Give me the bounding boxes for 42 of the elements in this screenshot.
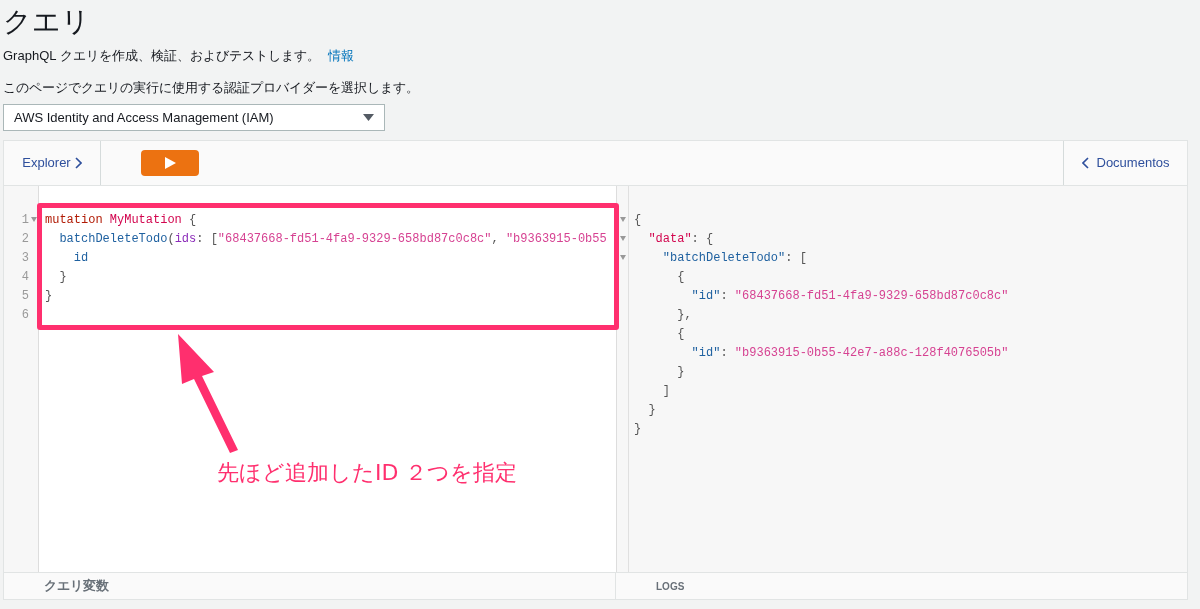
logs-label[interactable]: LOGS — [656, 578, 685, 594]
code-line: "data": { — [647, 230, 714, 248]
auth-note: このページでクエリの実行に使用する認証プロバイダーを選択します。 — [3, 78, 420, 97]
code-line: } — [45, 287, 53, 305]
code-line: }, — [676, 306, 692, 324]
query-variables-label[interactable]: クエリ変数 — [44, 576, 109, 596]
fold-caret-icon[interactable] — [619, 255, 626, 260]
annotation-caption: 先ほど追加したID ２つを指定 — [217, 459, 518, 487]
fold-caret-icon[interactable] — [619, 236, 626, 241]
code-line: ] — [661, 382, 670, 400]
code-line: "id": "b9363915-0b55-42e7-a88c-128f4076505b" — [690, 344, 1009, 362]
info-link[interactable]: 情報 — [327, 46, 354, 66]
play-icon — [164, 157, 176, 169]
code-line: "id": "68437668-fd51-4fa9-9329-658bd87c0c8c" — [690, 287, 1009, 305]
run-button[interactable] — [141, 150, 199, 176]
code-line: } — [647, 401, 656, 419]
explorer-button[interactable]: Explorer — [4, 141, 101, 185]
line-number: 5 — [21, 287, 29, 305]
code-line: "batchDeleteTodo": [ — [661, 249, 807, 267]
code-line: { — [676, 325, 685, 343]
fold-caret-icon[interactable] — [619, 217, 626, 222]
code-line: { — [676, 268, 685, 286]
code-line: mutation MyMutation { — [45, 211, 197, 229]
line-number: 6 — [21, 306, 29, 324]
page-title: クエリ — [3, 4, 91, 40]
dropdown-caret-icon — [363, 114, 374, 121]
fold-caret-icon[interactable] — [31, 217, 37, 222]
code-line: } — [676, 363, 685, 381]
chevron-left-icon — [1081, 157, 1089, 169]
documents-button[interactable]: Documentos — [1063, 141, 1187, 185]
line-number: 1 — [21, 211, 29, 229]
code-line: batchDeleteTodo(ids: ["68437668-fd51-4fa9-9329-658bd87c0c8c", "b9363915-0b55 — [58, 230, 607, 248]
line-number: 3 — [21, 249, 29, 267]
code-line: } — [58, 268, 67, 286]
code-line: id — [72, 249, 89, 267]
line-number: 2 — [21, 230, 29, 248]
code-line: { — [634, 211, 642, 229]
chevron-right-icon — [74, 157, 82, 169]
code-line: } — [634, 420, 642, 438]
line-number: 4 — [21, 268, 29, 286]
auth-provider-select[interactable]: AWS Identity and Access Management (IAM) — [3, 104, 385, 131]
page-description: GraphQL クエリを作成、検証、およびテストします。 — [3, 47, 320, 65]
